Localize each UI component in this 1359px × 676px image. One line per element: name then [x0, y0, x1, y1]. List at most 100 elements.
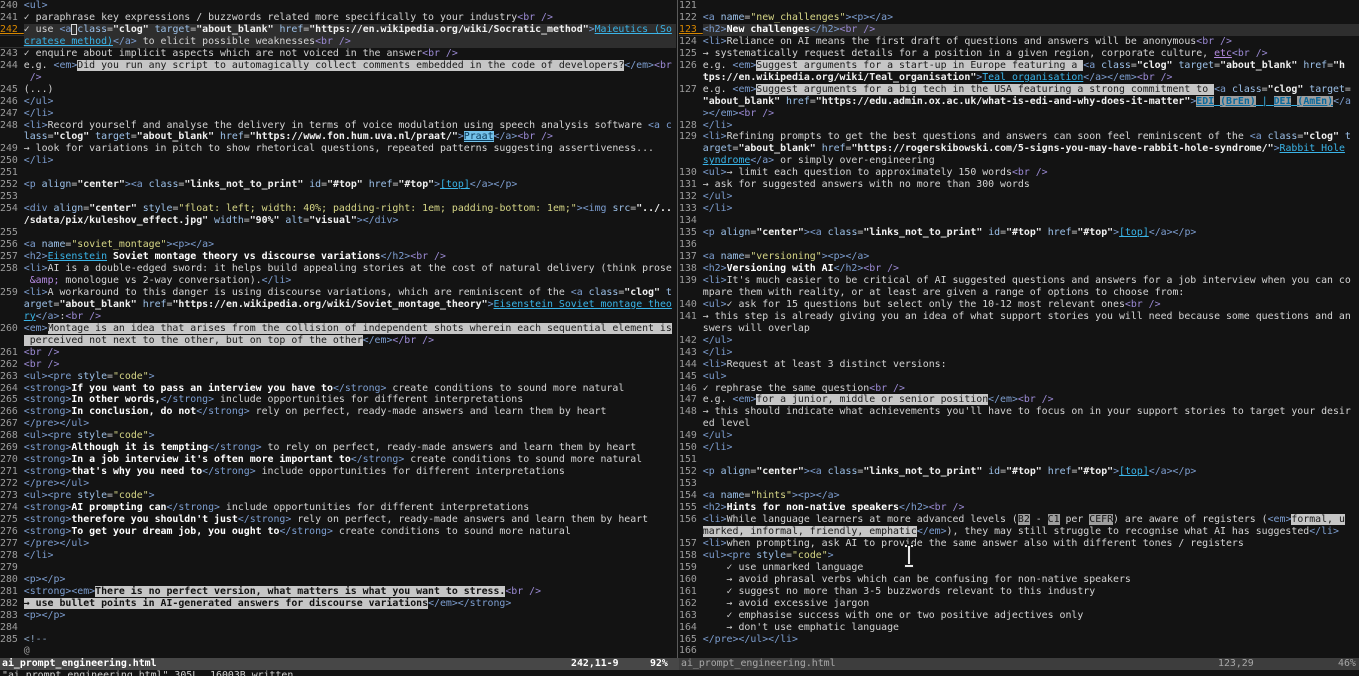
line-number: [0, 72, 24, 83]
line-number: 166: [679, 645, 703, 656]
line-number: 254: [0, 203, 24, 214]
line-number: 277: [0, 538, 24, 549]
code-row: 279: [0, 562, 676, 574]
code-row: 163 ✓ emphasise success with one or two …: [679, 610, 1359, 622]
code-row: ></em><br />: [679, 108, 1359, 120]
code-row: 250 </li>: [0, 155, 676, 167]
line-number: 123: [679, 24, 703, 35]
code-row: 269 <strong>Although it is tempting</str…: [0, 442, 676, 454]
code-row: 274 <strong>AI prompting can</strong> in…: [0, 502, 676, 514]
line-number: 264: [0, 383, 24, 394]
line-number: 284: [0, 622, 24, 633]
line-number: 125: [679, 48, 703, 59]
code-row: 139 <li>It's much easier to be critical …: [679, 275, 1359, 287]
line-number: 135: [679, 227, 703, 238]
line-number: 134: [679, 215, 703, 226]
status-right-inactive: ai_prompt_engineering.html 123,29 46%: [679, 658, 1359, 670]
code-row: 143 </li>: [679, 347, 1359, 359]
code-row: 277 </pre></ul>: [0, 538, 676, 550]
code-row: 162 → avoid excessive jargon: [679, 598, 1359, 610]
code-row: mpare them with reality, or at least are…: [679, 287, 1359, 299]
code-row: 142 </ul>: [679, 335, 1359, 347]
line-number: 241: [0, 12, 24, 23]
left-editor-pane[interactable]: 240 <ul>241 ✓ paraphrase key expressions…: [0, 0, 676, 658]
code-row: 251: [0, 167, 676, 179]
line-number: 274: [0, 502, 24, 513]
editor-splits: 240 <ul>241 ✓ paraphrase key expressions…: [0, 0, 1359, 658]
line-number: 257: [0, 251, 24, 262]
code-row: 155 <h2>Hints for non-native speakers</h…: [679, 502, 1359, 514]
line-number: 154: [679, 490, 703, 501]
code-row: 124 <li>Reliance on AI means the first d…: [679, 36, 1359, 48]
code-row: 146 ✓ rephrase the same question<br />: [679, 383, 1359, 395]
code-row: 148 → this should indicate what achievem…: [679, 406, 1359, 418]
code-row: ed level: [679, 418, 1359, 430]
line-number: 156: [679, 514, 703, 525]
code-row: perceived not next to the other, but on …: [0, 335, 676, 347]
line-number: 279: [0, 562, 24, 573]
line-number: 153: [679, 478, 703, 489]
code-row: 263 <ul><pre style="code">: [0, 371, 676, 383]
line-number: 160: [679, 574, 703, 585]
line-number: 165: [679, 634, 703, 645]
code-row: 242 ✓ use <a class="clog" target="about_…: [0, 24, 676, 36]
line-number: 128: [679, 120, 703, 131]
code-row: 265 <strong>In other words,</strong> inc…: [0, 394, 676, 406]
line-number: 253: [0, 191, 24, 202]
code-row: 145 <ul>: [679, 371, 1359, 383]
line-number: 268: [0, 430, 24, 441]
code-row: 257 <h2>Eisenstein Soviet montage theory…: [0, 251, 676, 263]
code-row: 123 <h2>New challenges</h2><br />: [679, 24, 1359, 36]
code-row: arget="about_blank" href="https://rogers…: [679, 143, 1359, 155]
line-number: 158: [679, 550, 703, 561]
status-filename: ai_prompt_engineering.html: [681, 658, 836, 670]
code-row: 270 <strong>In a job interview it's ofte…: [0, 454, 676, 466]
line-number: 276: [0, 526, 24, 537]
line-number: 251: [0, 167, 24, 178]
code-row: 252 <p align="center"><a class="links_no…: [0, 179, 676, 191]
line-number: 150: [679, 442, 703, 453]
line-number: 272: [0, 478, 24, 489]
line-number: 157: [679, 538, 703, 549]
line-number: 263: [0, 371, 24, 382]
code-row: 153: [679, 478, 1359, 490]
line-number: 161: [679, 586, 703, 597]
line-number: 139: [679, 275, 703, 286]
code-row: 136: [679, 239, 1359, 251]
code-row: lass="clog" target="about_blank" href="h…: [0, 131, 676, 143]
line-number: 127: [679, 84, 703, 95]
code-row: 273 <ul><pre style="code">: [0, 490, 676, 502]
line-number: 270: [0, 454, 24, 465]
code-row: 282 → use bullet points in AI-generated …: [0, 598, 676, 610]
right-editor-pane[interactable]: 121 122 <a name="new_challenges"><p></a>…: [679, 0, 1359, 658]
code-row: 253: [0, 191, 676, 203]
code-row: 283 <p></p>: [0, 610, 676, 622]
line-number: [0, 36, 24, 47]
line-number: [679, 323, 703, 334]
code-row: 141 → this step is already giving you an…: [679, 311, 1359, 323]
code-row: 280 <p></p>: [0, 574, 676, 586]
line-number: 148: [679, 406, 703, 417]
code-row: 160 → avoid phrasal verbs which can be c…: [679, 574, 1359, 586]
line-number: 244: [0, 60, 24, 71]
command-line-message: "ai_prompt_engineering.html" 305L, 16003…: [2, 670, 1359, 676]
code-row: 246 </ul>: [0, 96, 676, 108]
line-number: 255: [0, 227, 24, 238]
code-row: 157 <li>when prompting, ask AI to provid…: [679, 538, 1359, 550]
line-number: 260: [0, 323, 24, 334]
line-number: [0, 275, 24, 286]
line-number: 271: [0, 466, 24, 477]
line-number: 122: [679, 12, 703, 23]
line-number: 282: [0, 598, 24, 609]
line-number: 142: [679, 335, 703, 346]
line-number: 250: [0, 155, 24, 166]
code-row: 243 ✓ enquire about implicit aspects whi…: [0, 48, 676, 60]
split-separator[interactable]: [676, 0, 679, 658]
code-row: /sdata/pix/kuleshov_effect.jpg" width="9…: [0, 215, 676, 227]
code-row: 259 <li>A workaround to this danger is u…: [0, 287, 676, 299]
code-row: 137 <a name="versioning"><p></a>: [679, 251, 1359, 263]
line-number: 259: [0, 287, 24, 298]
line-number: [679, 526, 703, 537]
line-number: 269: [0, 442, 24, 453]
code-row: 268 <ul><pre style="code">: [0, 430, 676, 442]
